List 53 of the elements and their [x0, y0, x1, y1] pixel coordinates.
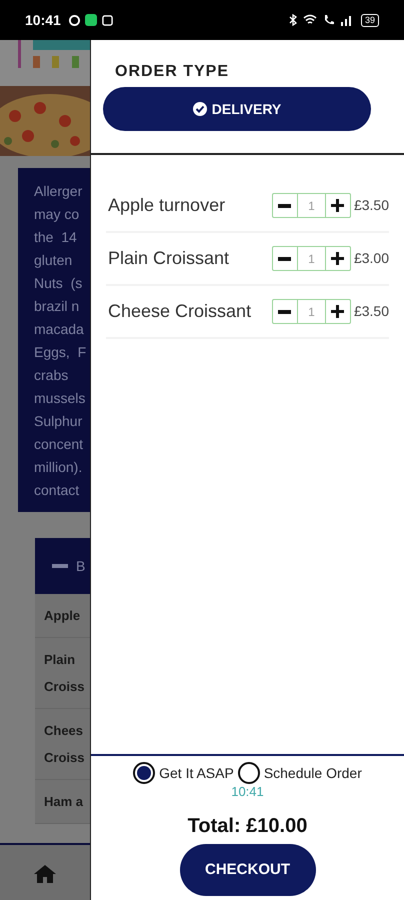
quantity-field[interactable]: 1	[298, 250, 325, 268]
allergen-text: brazil n	[34, 297, 80, 316]
allergen-text: may co	[34, 205, 80, 224]
plus-icon	[331, 199, 344, 212]
status-time: 10:41	[25, 10, 61, 30]
allergen-text: Allerger	[34, 182, 84, 201]
minus-icon	[278, 310, 292, 314]
allergen-text: mussels	[34, 389, 86, 408]
battery-indicator: 39	[360, 14, 379, 26]
allergen-text: the 14	[34, 228, 78, 247]
product-name: Croiss	[44, 749, 86, 767]
check-circle-icon	[192, 102, 207, 116]
allergen-text: Nuts (s	[34, 274, 84, 293]
quantity-field[interactable]: 1	[298, 302, 325, 320]
wifi-icon	[302, 14, 317, 26]
minus-icon	[278, 256, 292, 260]
allergen-text: macada	[34, 320, 85, 339]
product-name: Plain	[44, 651, 76, 669]
item-price: £3.00	[354, 249, 389, 268]
item-name: Apple turnover	[108, 194, 226, 217]
bluetooth-icon	[288, 14, 297, 26]
allergen-text: crabs	[34, 366, 70, 385]
allergen-text: Eggs, F	[34, 343, 88, 362]
minus-icon	[278, 204, 292, 208]
product-name: Chees	[44, 722, 84, 740]
allergen-text: contact	[34, 481, 80, 500]
item-price: £3.50	[354, 196, 389, 215]
allergen-text: million).	[34, 458, 84, 477]
allergen-text: Sulphur	[34, 412, 84, 431]
radio-label: Get It ASAP	[159, 764, 234, 782]
quantity-field[interactable]: 1	[298, 196, 325, 214]
order-total: Total: £10.00	[188, 814, 308, 838]
phone-icon	[322, 14, 335, 26]
product-name: Croiss	[44, 678, 86, 696]
product-name: Apple	[44, 607, 82, 625]
checkout-button[interactable]: CHECKOUT	[180, 844, 316, 896]
section-title: ORDER TYPE	[114, 62, 230, 82]
product-name: Ham a	[44, 793, 84, 811]
radio-button[interactable]	[133, 762, 156, 784]
radio-button[interactable]	[238, 762, 260, 784]
panel-title: B	[76, 556, 86, 576]
item-name: Cheese Croissant	[108, 300, 252, 323]
allergen-text: concent	[34, 435, 84, 454]
signal-icon	[340, 14, 353, 26]
radio-label: Schedule Order	[264, 764, 362, 782]
delivery-button[interactable]: DELIVERY	[103, 87, 371, 131]
allergen-text: gluten	[34, 251, 74, 270]
plus-icon	[331, 252, 344, 265]
item-name: Plain Croissant	[108, 247, 230, 270]
plus-icon	[331, 305, 344, 318]
scheduled-time: 10:41	[231, 784, 264, 800]
item-price: £3.50	[354, 302, 389, 321]
home-icon[interactable]	[33, 864, 57, 884]
